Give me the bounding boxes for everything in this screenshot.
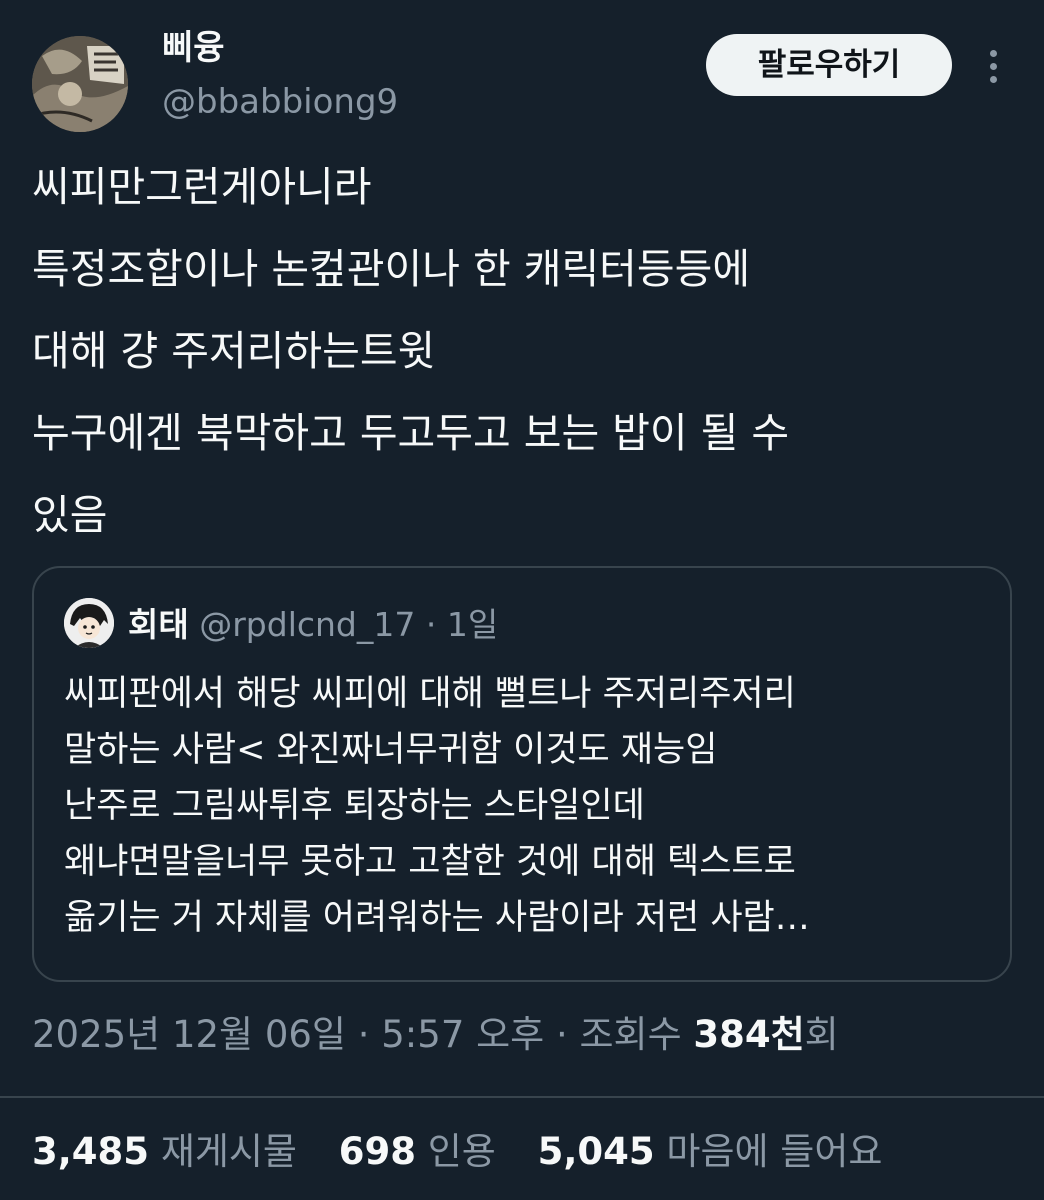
tweet-line: 누구에겐 북막하고 두고두고 보는 밥이 될 수	[32, 409, 790, 457]
views-count: 384천	[693, 1013, 805, 1056]
reposts-stat[interactable]: 3,485 재게시물	[32, 1124, 297, 1180]
tweet-line: 특정조합이나 논컾관이나 한 캐릭터등등에	[32, 245, 751, 293]
likes-label: 마음에 들어요	[666, 1130, 883, 1173]
author-display-name[interactable]: 삐융	[162, 24, 225, 72]
quotes-stat[interactable]: 698 인용	[339, 1124, 496, 1180]
quotes-label: 인용	[427, 1130, 496, 1173]
tweet-line: 있음	[32, 491, 108, 539]
cartoon-character-avatar-icon	[64, 598, 114, 648]
engagement-stats: 3,485 재게시물 698 인용 5,045 마음에 들어요	[32, 1124, 912, 1180]
tweet-line: 씨피만그런게아니라	[32, 163, 372, 211]
tweet-meta: 2025년 12월 06일 · 5:57 오후 · 조회수 384천회	[32, 1006, 839, 1064]
author-handle[interactable]: @bbabbiong9	[162, 78, 398, 126]
manga-drawing-avatar-icon	[32, 36, 128, 132]
tweet-line: 대해 걍 주저리하는트윗	[32, 327, 436, 375]
tweet-time[interactable]: 5:57 오후	[381, 1013, 544, 1056]
quote-line: 씨피판에서 해당 씨피에 대해 뻘트나 주저리주저리	[64, 674, 796, 714]
quote-separator: ·	[425, 605, 437, 644]
meta-separator: ·	[555, 1013, 568, 1056]
quote-line: 난주로 그림싸튀후 퇴장하는 스타일인데	[64, 786, 645, 826]
divider	[0, 1096, 1044, 1098]
quote-timestamp[interactable]: 1일	[447, 605, 498, 644]
quote-line: 옮기는 거 자체를 어려워하는 사람이라 저런 사람…	[64, 898, 810, 938]
likes-stat[interactable]: 5,045 마음에 들어요	[538, 1124, 883, 1180]
more-dot	[990, 50, 997, 57]
more-options-icon[interactable]	[978, 44, 1008, 88]
quote-author-handle[interactable]: @rpdlcnd_17	[199, 605, 415, 644]
quotes-count: 698	[338, 1130, 416, 1173]
more-dot	[990, 63, 997, 70]
quote-line: 왜냐면말을너무 못하고 고찰한 것에 대해 텍스트로	[64, 842, 796, 882]
quote-author-avatar[interactable]	[64, 598, 114, 648]
tweet-date[interactable]: 2025년 12월 06일	[32, 1013, 346, 1056]
author-avatar[interactable]	[32, 36, 128, 132]
quote-line: 말하는 사람< 와진짜너무귀함 이것도 재능임	[64, 730, 718, 770]
views-label: 조회수	[579, 1013, 682, 1056]
reposts-label: 재게시물	[160, 1130, 297, 1173]
tweet-text: 씨피만그런게아니라 특정조합이나 논컾관이나 한 캐릭터등등에 대해 걍 주저리…	[32, 146, 1012, 556]
reposts-count: 3,485	[32, 1130, 150, 1173]
quoted-tweet-card[interactable]: 회태 @rpdlcnd_17 · 1일 씨피판에서 해당 씨피에 대해 뻘트나 …	[32, 566, 1012, 982]
more-dot	[990, 76, 997, 83]
likes-count: 5,045	[537, 1130, 655, 1173]
quote-author-name[interactable]: 회태	[128, 605, 189, 644]
follow-button[interactable]: 팔로우하기	[706, 34, 952, 96]
quote-header: 회태 @rpdlcnd_17 · 1일	[128, 598, 498, 652]
views-suffix: 회	[804, 1013, 839, 1056]
quote-text: 씨피판에서 해당 씨피에 대해 뻘트나 주저리주저리 말하는 사람< 와진짜너무…	[64, 666, 989, 946]
meta-separator: ·	[357, 1013, 370, 1056]
